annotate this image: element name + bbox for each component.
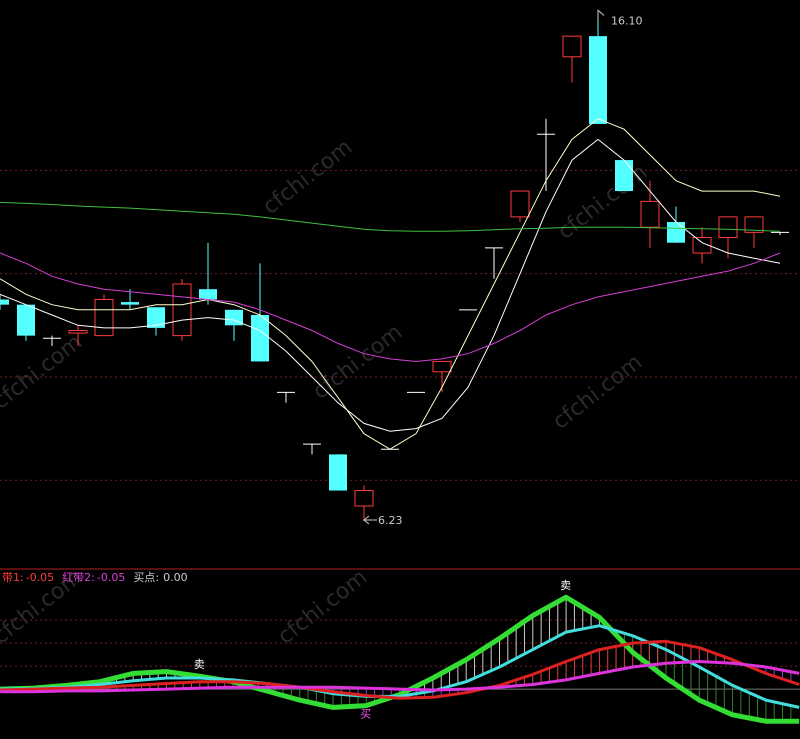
indicator-annotation-0: 卖 xyxy=(194,658,205,671)
low-marker xyxy=(362,515,377,525)
buy-point-label: 买点: xyxy=(133,571,159,584)
high-price-label: 16.10 xyxy=(611,14,643,27)
indicator-line-1 xyxy=(0,624,800,709)
watermark-text: cfchi.com xyxy=(258,135,357,220)
candle-down-body xyxy=(667,222,685,243)
band1-value: -0.05 xyxy=(26,571,54,584)
indicator-annotation-2: 卖 xyxy=(560,579,571,592)
candle-up-body xyxy=(432,360,452,373)
red-band2-label: 红带2: xyxy=(62,571,95,584)
watermark-text: cfchi.com xyxy=(548,350,647,435)
indicator-layer: 卖买 卖 xyxy=(0,579,800,724)
candle-down-body xyxy=(329,454,347,491)
ma-line-1 xyxy=(0,138,781,432)
indicator-annotation-1: 买 xyxy=(360,708,371,721)
candle-down-body xyxy=(17,304,35,336)
candle-up-body xyxy=(68,329,88,334)
candle-up-body xyxy=(562,35,582,58)
band1-label: 带1: xyxy=(2,571,24,584)
red-band2-value: -0.05 xyxy=(97,571,125,584)
watermark-text: cfchi.com xyxy=(553,160,652,245)
candle-up-body xyxy=(718,216,738,239)
stock-chart: cfchi.com cfchi.com cfchi.com cfchi.com cfch… xyxy=(0,9,800,724)
watermark-text: cfchi.com xyxy=(0,330,87,415)
indicator-line-0 xyxy=(0,594,800,724)
candle-up-body xyxy=(354,490,374,507)
low-price-label: 6.23 xyxy=(378,514,403,527)
candle-down-body xyxy=(615,160,633,192)
candle-down-body xyxy=(0,299,9,305)
candle-up-body xyxy=(172,283,192,337)
candle-up-body xyxy=(510,190,530,218)
candle-down-body xyxy=(199,289,217,300)
watermark-text: cfchi.com xyxy=(273,565,372,650)
candle-down-body xyxy=(589,36,607,124)
candle-up-body xyxy=(640,200,660,228)
watermark-text: cfchi.com xyxy=(308,320,407,405)
indicator-header-text: 带1: -0.05 红带2: -0.05 买点: 0.00 xyxy=(2,571,188,584)
indicator-header: 带1: -0.05 红带2: -0.05 买点: 0.00 xyxy=(2,571,188,584)
candle-up-body xyxy=(94,298,114,337)
candle-layer xyxy=(0,10,789,520)
buy-point-value: 0.00 xyxy=(163,571,188,584)
moving-average-layer xyxy=(0,118,781,450)
candle-down-body xyxy=(251,314,269,362)
high-marker xyxy=(597,9,605,21)
candle-down-body xyxy=(121,302,139,305)
